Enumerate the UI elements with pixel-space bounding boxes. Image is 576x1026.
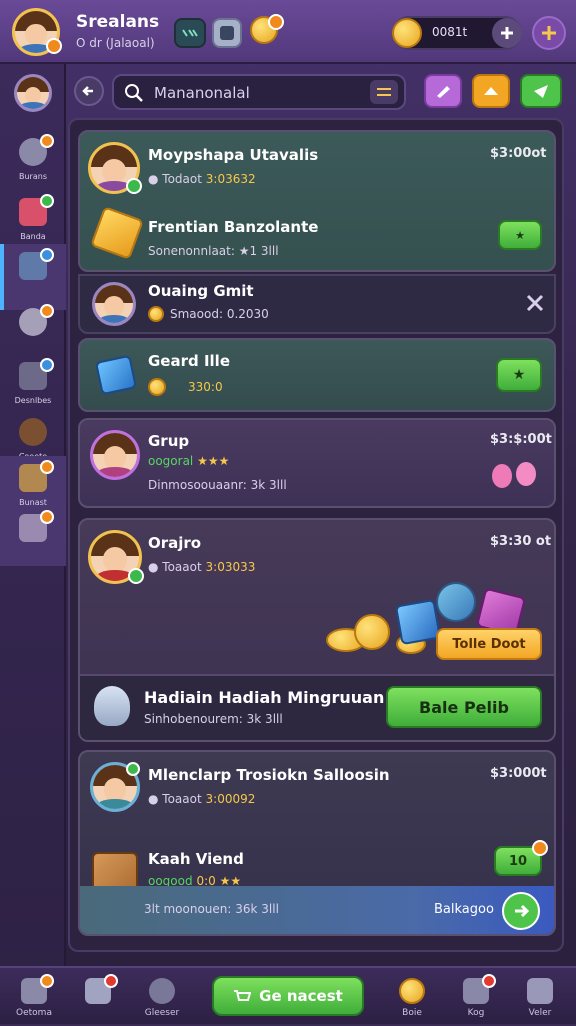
item-subtitle: ● Toaaot 3:03033 — [148, 560, 256, 574]
level-badge — [46, 38, 62, 54]
dice-icon — [94, 354, 138, 396]
send-button[interactable] — [520, 74, 562, 108]
coin-icon — [392, 18, 422, 48]
item-price: $3:30 ot — [490, 534, 552, 549]
save-icon[interactable] — [212, 18, 242, 48]
sidebar-item-burans[interactable]: Burans — [0, 130, 66, 196]
item-title: Moypshapa Utavalis — [148, 146, 319, 164]
item-title: Grup — [148, 432, 190, 450]
user-avatar — [90, 430, 140, 480]
share-button[interactable] — [472, 74, 510, 108]
coin-bag-icon — [399, 978, 425, 1004]
claim-button[interactable]: ★ — [498, 220, 542, 250]
item-subtitle: Sonenonnlaat: ★1 3lll — [148, 244, 279, 258]
primary-action-button[interactable]: Ge nacest — [212, 976, 364, 1016]
filter-icon[interactable] — [370, 80, 398, 104]
nav-item-gleeser[interactable]: Gleeser — [132, 968, 192, 1026]
balloon-icon — [516, 462, 536, 486]
item-title: Kaah Viend — [148, 850, 244, 868]
bale-button[interactable]: Bale Pelib — [386, 686, 542, 728]
item-price: $3:00ot — [490, 146, 547, 161]
item-price: $3:000t — [490, 766, 547, 781]
coin-icon — [148, 378, 166, 396]
sidebar-item-bunast[interactable]: Bunast — [0, 456, 66, 566]
balloon-icon — [492, 464, 512, 488]
item-title: Hadiain Hadiah Mingruuan — [144, 688, 385, 707]
reward-button[interactable]: Tolle Doot — [436, 628, 542, 660]
top-bar: Srealans O dr (Jalaoal) 0081t — [0, 0, 576, 64]
nav-item-box[interactable] — [68, 968, 128, 1026]
link-label[interactable]: Balkagoo — [434, 902, 494, 917]
claim-button[interactable]: ★ — [496, 358, 542, 392]
item-title: Frentian Banzolante — [148, 218, 319, 236]
trophy-icon — [527, 978, 553, 1004]
coin-icon — [148, 306, 164, 322]
item-title: Ouaing Gmit — [148, 282, 254, 300]
item-subtitle: 330:0 — [188, 380, 223, 394]
nav-item-kog[interactable]: Kog — [446, 968, 506, 1026]
user-avatar-icon — [19, 418, 47, 446]
list-item[interactable]: Mlenclarp Trosiokn Salloosin ● Toaaot 3:… — [78, 750, 556, 936]
list-item[interactable]: Ouaing Gmit Smaood: 0.2030 — [78, 274, 556, 334]
back-button[interactable] — [74, 76, 104, 106]
user-avatar — [92, 282, 136, 326]
close-icon[interactable] — [526, 294, 544, 312]
forward-button[interactable] — [502, 892, 540, 930]
plus-icon[interactable] — [532, 16, 566, 50]
bell-icon — [94, 686, 130, 726]
coin-count: 0081t — [432, 25, 468, 39]
sidebar-avatar[interactable] — [14, 74, 52, 112]
sidebar: Burans Banda Desnlbes Cooete Bun — [0, 64, 66, 966]
shield-icon — [149, 978, 175, 1004]
item-rating: oogoral ★★★ — [148, 454, 230, 468]
item-subtitle: Dinmosoouaanr: 3k 3lll — [148, 478, 287, 492]
item-title: Mlenclarp Trosiokn Salloosin — [148, 766, 390, 784]
nav-item-veler[interactable]: Veler — [510, 968, 570, 1026]
list-item[interactable]: Grup oogoral ★★★ Dinmosoouaanr: 3k 3lll … — [78, 418, 556, 508]
content-panel: Moypshapa Utavalis ● Todaot 3:03632 $3:0… — [68, 118, 564, 952]
bottom-nav: Oetoma Gleeser Ge nacest Boie Kog Veler — [0, 966, 576, 1024]
search-value: Mananonalal — [154, 84, 250, 102]
item-subtitle: ● Toaaot 3:00092 — [148, 792, 256, 806]
app-root: Srealans O dr (Jalaoal) 0081t Burans Ban… — [0, 0, 576, 1024]
nav-item-boie[interactable]: Boie — [382, 968, 442, 1026]
chat-icon[interactable] — [174, 18, 206, 48]
item-subtitle: Sinhobenourem: 3k 3lll — [144, 712, 283, 726]
edit-button[interactable] — [424, 74, 462, 108]
item-subtitle: Smaood: 0.2030 — [170, 307, 269, 321]
notification-badge — [268, 14, 284, 30]
item-title: Orajro — [148, 534, 202, 552]
list-item[interactable]: Moypshapa Utavalis ● Todaot 3:03632 $3:0… — [78, 130, 556, 272]
item-price: $3:$:00t — [490, 432, 552, 447]
coin-pile-icon — [90, 206, 144, 260]
app-title: Srealans — [76, 12, 160, 32]
add-icon[interactable] — [492, 18, 522, 48]
list-item[interactable]: Orajro ● Toaaot 3:03033 $3:30 ot Tolle D… — [78, 518, 556, 742]
list-item[interactable]: Geard Ille 330:0 ★ — [78, 338, 556, 412]
cart-icon — [234, 990, 252, 1001]
item-subtitle: ● Todaot 3:03632 — [148, 172, 256, 186]
nav-item-oetoma[interactable]: Oetoma — [4, 968, 64, 1026]
search-icon — [125, 84, 143, 102]
item-subtitle: 3lt moonouen: 36k 3lll — [144, 902, 279, 916]
app-subtitle: O dr (Jalaoal) — [76, 36, 155, 50]
item-title: Geard Ille — [148, 352, 231, 370]
search-input[interactable]: Mananonalal — [112, 74, 406, 110]
